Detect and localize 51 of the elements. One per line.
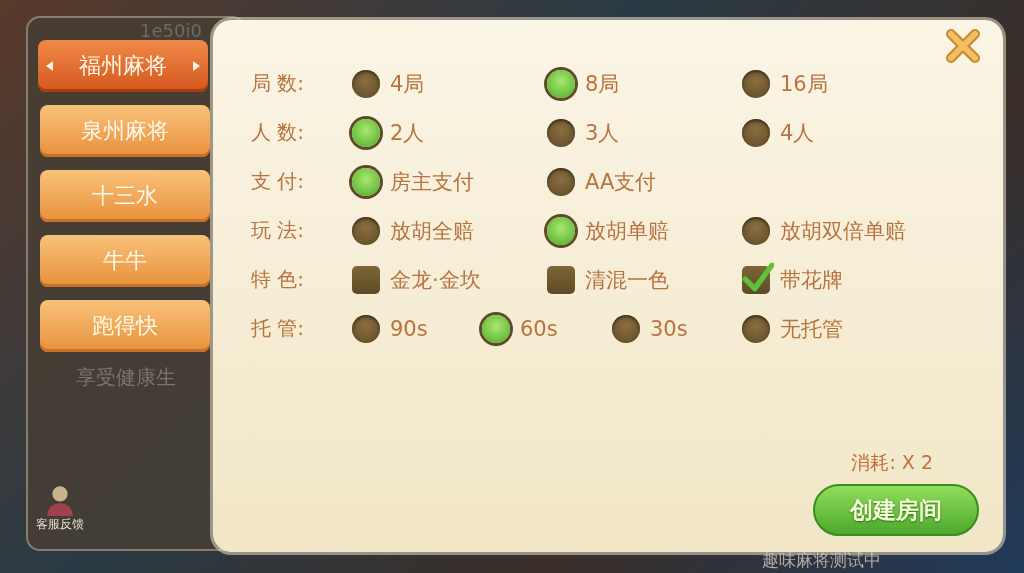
option-text: 4人 — [780, 119, 815, 147]
option-text: 房主支付 — [390, 168, 474, 196]
option-label: 人 数: — [251, 119, 306, 146]
cost-text: 消耗: X 2 — [851, 450, 933, 475]
option-text: 8局 — [585, 70, 620, 98]
radio-button[interactable] — [547, 69, 575, 98]
option-text: 无托管 — [780, 315, 843, 343]
radio-button[interactable] — [352, 216, 380, 245]
option-label: 局 数: — [251, 70, 306, 97]
option-text: 2人 — [390, 119, 425, 147]
radio-button[interactable] — [742, 118, 770, 147]
option-label: 托 管: — [251, 315, 306, 342]
option-text: 16局 — [780, 70, 828, 98]
radio-button[interactable] — [352, 118, 380, 147]
option-text: 3人 — [585, 119, 620, 147]
option-text: 60s — [520, 316, 558, 341]
game-tab[interactable]: 牛牛 — [40, 235, 210, 287]
radio-button[interactable] — [547, 216, 575, 245]
close-icon[interactable] — [943, 26, 983, 66]
background-text: 趣味麻将测试中 — [762, 549, 881, 572]
game-tab[interactable]: 跑得快 — [40, 300, 210, 352]
radio-button[interactable] — [742, 69, 770, 98]
radio-button[interactable] — [612, 314, 640, 343]
radio-button[interactable] — [482, 314, 510, 343]
radio-button[interactable] — [547, 167, 575, 196]
option-label: 特 色: — [251, 266, 306, 293]
radio-button[interactable] — [352, 314, 380, 343]
radio-button[interactable] — [742, 314, 770, 343]
option-label: 玩 法: — [251, 217, 306, 244]
radio-button[interactable] — [547, 118, 575, 147]
option-text: 4局 — [390, 70, 425, 98]
game-tab[interactable]: 福州麻将 — [38, 40, 208, 92]
option-text: 带花牌 — [780, 266, 843, 294]
option-text: 30s — [650, 316, 688, 341]
option-text: 放胡双倍单赔 — [780, 217, 906, 245]
option-label: 支 付: — [251, 168, 306, 195]
option-text: 放胡全赔 — [390, 217, 474, 245]
checkbox[interactable] — [352, 265, 380, 294]
option-text: AA支付 — [585, 168, 657, 196]
option-text: 金龙·金坎 — [390, 266, 481, 294]
game-tab[interactable]: 十三水 — [40, 170, 210, 222]
option-text: 清混一色 — [585, 266, 669, 294]
create-room-button[interactable]: 创建房间 — [813, 484, 979, 536]
checkbox[interactable] — [547, 265, 575, 294]
game-tab[interactable]: 泉州麻将 — [40, 105, 210, 157]
radio-button[interactable] — [352, 69, 380, 98]
support-label[interactable]: 客服反馈 — [36, 516, 84, 533]
radio-button[interactable] — [742, 216, 770, 245]
radio-button[interactable] — [352, 167, 380, 196]
option-text: 90s — [390, 316, 428, 341]
option-text: 放胡单赔 — [585, 217, 669, 245]
